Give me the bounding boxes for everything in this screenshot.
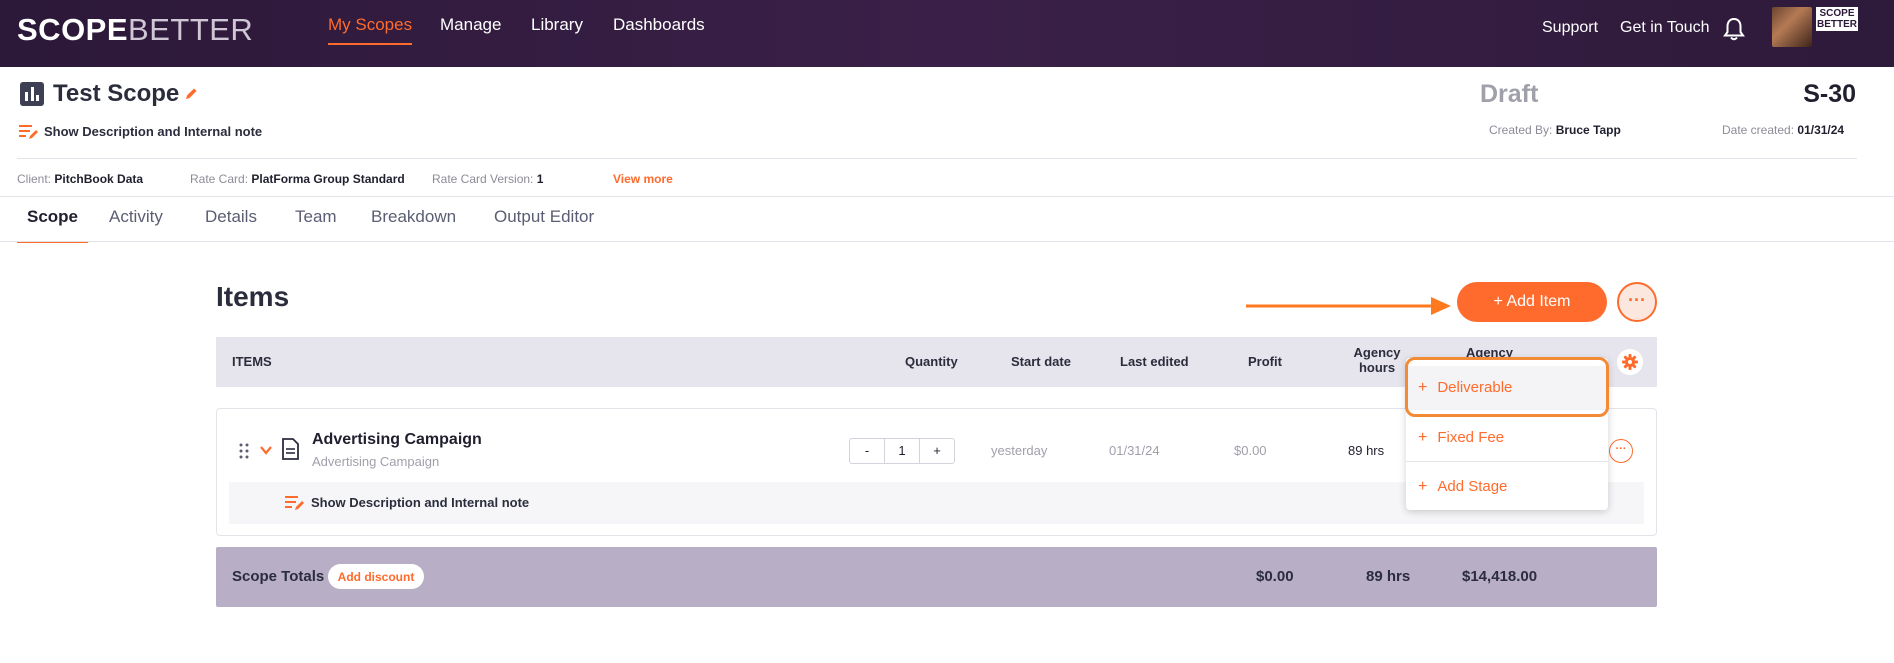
divider [0, 241, 1894, 242]
arrow-annotation [1246, 297, 1451, 315]
column-header-quantity: Quantity [905, 354, 958, 369]
plus-icon: + [1418, 429, 1428, 446]
increment-button[interactable]: + [920, 439, 954, 463]
support-link[interactable]: Support [1542, 19, 1598, 37]
tab-scope[interactable]: Scope [17, 207, 89, 243]
view-more-link[interactable]: View more [613, 172, 673, 186]
scope-totals-label: Scope Totals [232, 568, 325, 585]
tab-details[interactable]: Details [205, 207, 257, 241]
nav-my-scopes[interactable]: My Scopes [328, 15, 413, 45]
total-hours: 89 hrs [1366, 568, 1411, 585]
menu-item-add-stage[interactable]: + Add Stage [1406, 465, 1608, 509]
tab-activity[interactable]: Activity [109, 207, 163, 241]
row-show-description-toggle[interactable]: Show Description and Internal note [311, 495, 529, 510]
column-header-last-edited: Last edited [1120, 354, 1189, 369]
logo[interactable]: SCOPEBETTER [17, 12, 253, 48]
top-nav: SCOPEBETTER My Scopes Manage Library Das… [0, 0, 1894, 67]
get-in-touch-link[interactable]: Get in Touch [1620, 19, 1710, 37]
nav-manage[interactable]: Manage [440, 15, 501, 43]
decrement-button[interactable]: - [850, 439, 884, 463]
client-info: Client: PitchBook Data [17, 172, 144, 186]
scope-id: S-30 [1803, 80, 1856, 108]
menu-divider [1406, 461, 1608, 462]
column-header-items: ITEMS [232, 354, 272, 369]
rate-card-info: Rate Card: PlatForma Group Standard [190, 172, 405, 186]
notes-edit-icon[interactable] [285, 494, 305, 512]
status-badge: Draft [1480, 80, 1539, 108]
created-by: Created By: Bruce Tapp [1489, 123, 1621, 137]
nav-library[interactable]: Library [531, 15, 583, 43]
plus-icon: + [1418, 478, 1428, 495]
quantity-field[interactable]: 1 [884, 439, 920, 463]
start-date-cell: yesterday [991, 443, 1048, 458]
show-description-toggle[interactable]: Show Description and Internal note [44, 124, 262, 139]
profit-cell: $0.00 [1234, 443, 1267, 458]
row-subtitle: Advertising Campaign [312, 454, 440, 469]
highlight-annotation [1405, 357, 1609, 417]
add-item-button[interactable]: + Add Item [1457, 282, 1607, 322]
avatar[interactable] [1772, 7, 1812, 47]
column-header-start-date: Start date [1011, 354, 1071, 369]
scope-totals-bar [216, 547, 1657, 607]
notes-edit-icon[interactable] [19, 123, 39, 141]
divider [0, 196, 1894, 197]
agency-hours-cell: 89 hrs [1348, 443, 1385, 458]
page-title: Test Scope [53, 80, 180, 107]
rate-card-version-info: Rate Card Version: 1 [432, 172, 544, 186]
row-title[interactable]: Advertising Campaign [312, 431, 482, 449]
menu-item-fixed-fee[interactable]: + Fixed Fee [1406, 416, 1608, 460]
gear-icon[interactable] [1617, 349, 1643, 375]
total-profit: $0.00 [1256, 568, 1294, 585]
chart-icon [20, 82, 44, 106]
bell-icon[interactable] [1723, 17, 1745, 41]
chevron-down-icon[interactable] [259, 444, 273, 456]
column-header-profit: Profit [1248, 354, 1282, 369]
add-discount-button[interactable]: Add discount [328, 564, 424, 589]
last-edited-cell: 01/31/24 [1109, 443, 1160, 458]
more-options-button[interactable]: ··· [1617, 282, 1657, 322]
tab-breakdown[interactable]: Breakdown [371, 207, 456, 241]
avatar-badge: SCOPE BETTER [1816, 7, 1858, 31]
quantity-stepper: - 1 + [849, 438, 955, 464]
document-icon [282, 438, 299, 460]
total-price: $14,418.00 [1462, 568, 1538, 585]
items-heading: Items [216, 281, 290, 312]
tab-team[interactable]: Team [295, 207, 337, 241]
column-header-agency-hours: Agency hours [1353, 345, 1401, 375]
divider [17, 158, 1857, 159]
row-more-button[interactable]: ··· [1609, 439, 1633, 463]
nav-dashboards[interactable]: Dashboards [613, 15, 705, 43]
date-created: Date created: 01/31/24 [1722, 123, 1845, 137]
tab-output-editor[interactable]: Output Editor [494, 207, 594, 241]
pencil-icon[interactable] [184, 87, 198, 101]
drag-handle-icon[interactable] [239, 443, 249, 459]
